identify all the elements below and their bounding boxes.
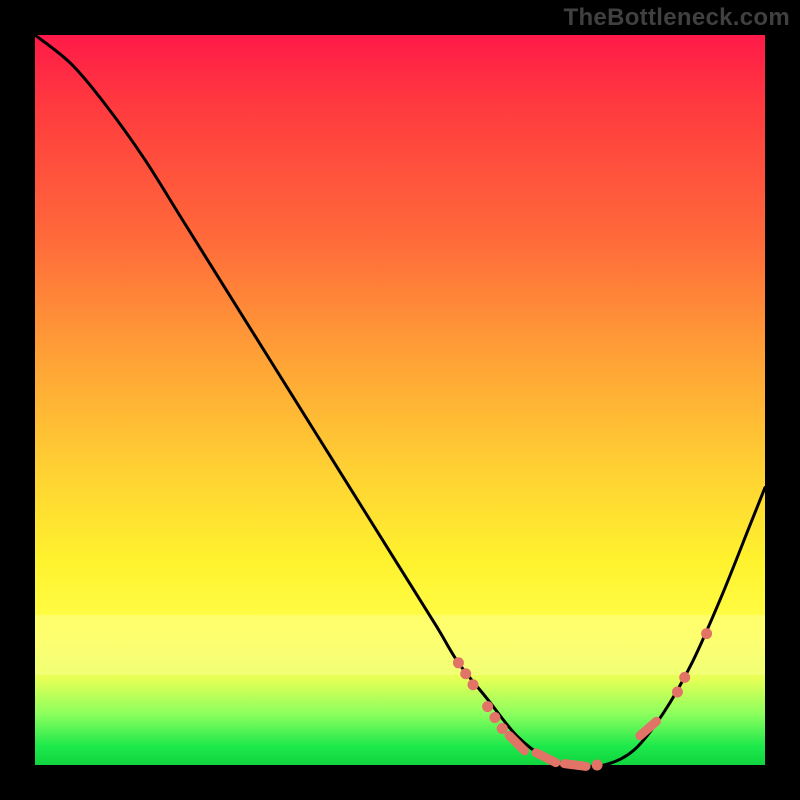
bottleneck-curve	[35, 35, 765, 766]
bead-dot	[679, 672, 690, 683]
bead-dot	[482, 701, 493, 712]
watermark-text: TheBottleneck.com	[564, 4, 790, 32]
bead-dash	[536, 753, 556, 763]
bead-dash	[564, 764, 586, 767]
bead-dash	[509, 735, 525, 751]
bead-dot	[489, 712, 500, 723]
bottleneck-curve-svg	[35, 35, 765, 765]
bead-dot	[672, 687, 683, 698]
bead-dot	[592, 760, 603, 771]
chart-frame: TheBottleneck.com	[0, 0, 800, 800]
bead-dot	[460, 668, 471, 679]
bead-dot	[468, 679, 479, 690]
bead-dot	[701, 628, 712, 639]
bead-dot	[453, 657, 464, 668]
bead-dash	[640, 721, 657, 735]
plot-area	[35, 35, 765, 765]
